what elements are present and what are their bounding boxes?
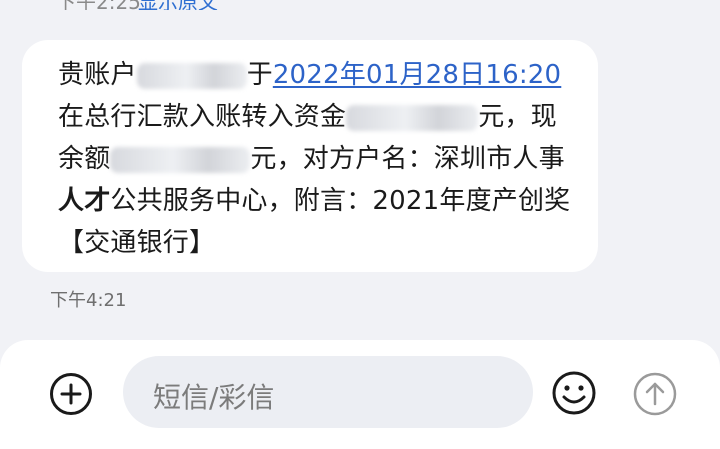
arrow-up-circle-icon: [633, 372, 677, 416]
datetime-link[interactable]: 2022年01月28日16:20: [273, 60, 561, 90]
msg-seg: 于: [246, 60, 273, 90]
message-input-placeholder: 短信/彩信: [153, 381, 275, 414]
previous-timestamp: 下午2:25: [56, 0, 141, 10]
msg-seg: 在总行汇款入账转入资金: [58, 102, 347, 132]
message-text: 贵账户 于2022年01月28日16:20在总行汇款入账转入资金 元，现余额 元，对方…: [58, 54, 578, 264]
redacted-amount: [346, 104, 479, 131]
emoji-button[interactable]: [551, 370, 597, 416]
show-original-link[interactable]: 显示原文: [138, 0, 218, 10]
msg-seg: 公共服务中心，附言：2021年度产创奖【交通银行】: [58, 186, 571, 258]
plus-icon: [60, 383, 82, 405]
msg-seg: 贵账户: [58, 60, 137, 90]
msg-seg-bold: 人才: [58, 186, 111, 216]
send-button[interactable]: [632, 371, 678, 417]
msg-seg: 元，对方户名：深圳市人事: [250, 144, 565, 174]
redacted-balance: [110, 146, 251, 173]
redacted-account: [136, 62, 247, 89]
message-input[interactable]: 短信/彩信: [123, 356, 533, 428]
add-attachment-button[interactable]: [50, 373, 92, 415]
message-timestamp: 下午4:21: [50, 290, 127, 311]
smiley-icon: [552, 371, 596, 415]
previous-message-meta: 下午2:25 显示原文: [0, 0, 720, 10]
